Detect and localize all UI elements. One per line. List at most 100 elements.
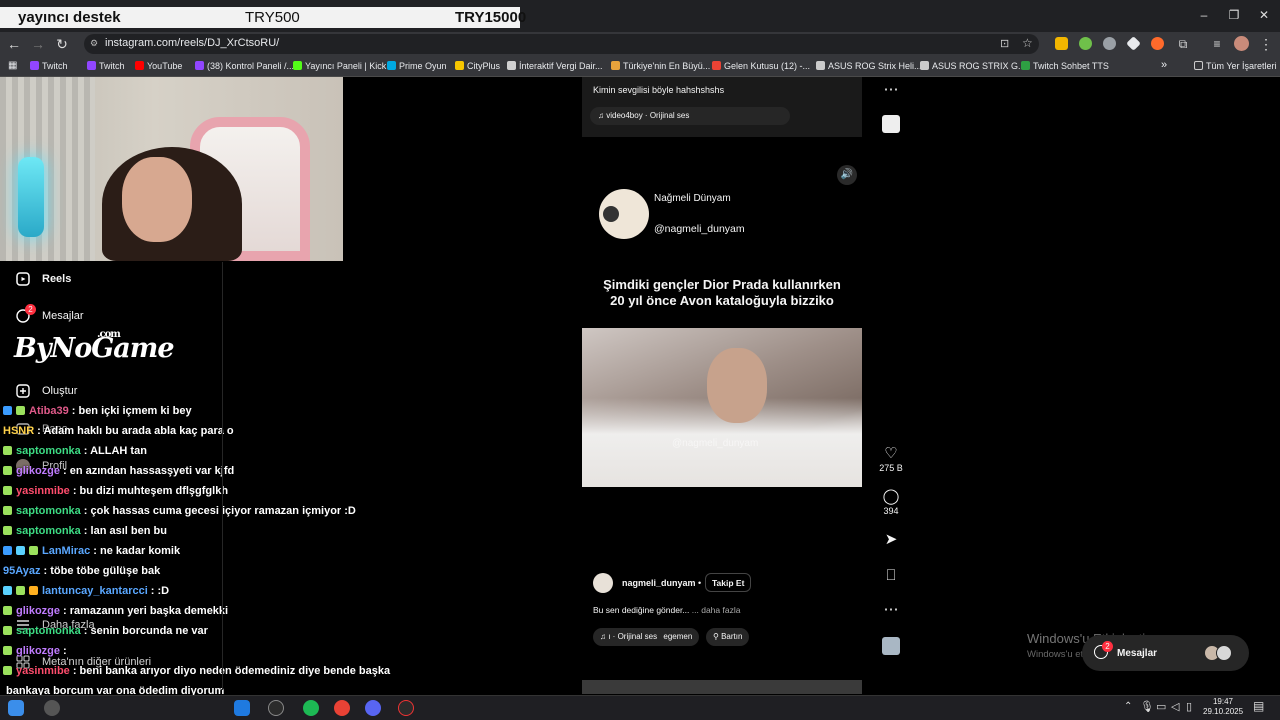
reel-author-avatar[interactable] <box>593 573 613 593</box>
bookmark-star-icon[interactable]: ☆ <box>1022 36 1033 50</box>
reels-icon <box>16 272 30 286</box>
share-button[interactable]: ➤ <box>876 531 906 549</box>
bookmark-item[interactable]: ASUS ROG STRIX G... <box>920 61 1026 71</box>
chat-badge-icon <box>3 646 12 655</box>
bookmark-label: Türkiye'nin En Büyü... <box>623 61 711 71</box>
bookmark-item[interactable]: Twitch Sohbet TTS <box>1021 61 1109 71</box>
bookmark-item[interactable]: Prime Oyun <box>387 61 447 71</box>
previous-reel-caption: Kimin sevgilisi böyle hahshshshs <box>593 85 725 95</box>
reel-channel-avatar <box>599 189 649 239</box>
bookmark-item[interactable]: CityPlus <box>455 61 500 71</box>
taskbar-clock[interactable]: 19:47 29.10.2025 <box>1203 697 1243 717</box>
chat-message: yasinmibe: bu dizi muhteşem dflşgfglkh <box>3 485 228 497</box>
tray-chevron-icon[interactable]: ⌃ <box>1124 701 1132 712</box>
bookmark-label: Yayıncı Paneli | Kick <box>305 61 387 71</box>
top-more-icon[interactable]: ⋯ <box>876 81 906 99</box>
volume-tray-icon[interactable]: ◁ <box>1171 700 1179 713</box>
bookmark-item[interactable]: Twitch <box>30 61 68 71</box>
reading-list-icon[interactable]: ≡ <box>1209 36 1225 52</box>
next-reel-card[interactable] <box>582 680 862 694</box>
reel-audio-author: egemen <box>663 632 693 641</box>
notification-icon[interactable]: ▤ <box>1253 699 1264 713</box>
previous-reel-audio[interactable]: ♫ video4boy · Orijinal ses <box>590 107 790 125</box>
reel-audio-chip[interactable]: ♫ ı · Orijinal ses egemen <box>593 628 700 646</box>
taskbar-app-3-icon[interactable] <box>303 700 319 716</box>
reel-location-chip[interactable]: ⚲ Bartın <box>706 628 750 646</box>
chat-message: Atiba39: ben içki içmem ki bey <box>3 405 192 417</box>
bookmark-favicon-icon <box>387 61 396 70</box>
more-options-icon[interactable]: ⋯ <box>876 601 906 619</box>
chrome-icon[interactable] <box>334 700 350 716</box>
bookmark-favicon-icon <box>87 61 96 70</box>
comment-button[interactable]: ◯ 394 <box>876 488 906 516</box>
bookmark-item[interactable]: YouTube <box>135 61 182 71</box>
extension-orange-icon[interactable] <box>1151 37 1164 50</box>
back-icon[interactable]: ← <box>6 36 22 52</box>
bookmark-item[interactable]: Yayıncı Paneli | Kick <box>293 61 386 71</box>
mic-icon[interactable]: 🎙 <box>1140 700 1154 713</box>
like-button[interactable]: ♡ 275 B <box>876 445 906 473</box>
site-info-icon[interactable]: ⚙ <box>90 38 98 49</box>
bookmark-favicon-icon <box>293 61 302 70</box>
reel-video-frame[interactable]: @nagmeli_dunyam <box>582 328 862 487</box>
bookmark-item[interactable]: Gelen Kutusu (12) -... <box>712 61 810 71</box>
reel-audio-thumb[interactable] <box>876 637 906 657</box>
bookmark-label: Gelen Kutusu (12) -... <box>724 61 811 71</box>
bookmark-item[interactable]: (38) Kontrol Paneli /... <box>195 61 294 71</box>
close-icon[interactable]: ✕ <box>1257 8 1271 22</box>
dot-separator: • <box>698 578 702 588</box>
messages-badge: 2 <box>25 304 36 315</box>
chat-username: LanMirac <box>42 545 91 557</box>
donation-label: yayıncı destek <box>18 9 121 26</box>
forward-icon[interactable]: → <box>30 36 46 52</box>
menu-kebab-icon[interactable]: ⋮ <box>1258 36 1274 52</box>
nav-create[interactable]: Oluştur <box>16 384 77 398</box>
bookmark-label: ASUS ROG STRIX G... <box>932 61 1026 71</box>
reload-icon[interactable]: ↻ <box>54 36 70 52</box>
extension-diamond-icon[interactable] <box>1126 36 1141 51</box>
profile-avatar[interactable] <box>1234 36 1249 51</box>
bookmark-item[interactable]: Twitch <box>87 61 125 71</box>
extension-leaf-icon[interactable] <box>1079 37 1092 50</box>
bookmark-label: Twitch <box>42 61 68 71</box>
bookmark-item[interactable]: Türkiye'nin En Büyü... <box>611 61 710 71</box>
all-bookmarks-folder[interactable]: Tüm Yer İşaretleri <box>1194 61 1277 71</box>
obs-icon[interactable] <box>398 700 414 716</box>
bookmark-favicon-icon <box>611 61 620 70</box>
apps-grid-icon[interactable]: ▦ <box>8 60 17 71</box>
comment-icon: ◯ <box>882 488 900 505</box>
messages-pill[interactable]: 2 Mesajlar <box>1082 635 1249 671</box>
chat-username: glikozge <box>16 645 61 657</box>
save-button[interactable]: ⎕ <box>876 567 906 585</box>
more-bookmarks-icon[interactable]: » <box>1161 59 1167 71</box>
network-icon[interactable]: ▭ <box>1156 700 1166 713</box>
nav-reels[interactable]: Reels <box>16 272 71 286</box>
chat-text: : ne kadar komik <box>93 545 181 557</box>
reel-caption-more[interactable]: ... daha fazla <box>692 605 741 615</box>
url-field[interactable]: ⚙ instagram.com/reels/DJ_XrCtsoRU/ ⊡ ☆ <box>84 34 1039 54</box>
follow-button[interactable]: Takip Et <box>705 573 752 592</box>
extensions-puzzle-icon[interactable]: ⧉ <box>1175 36 1191 52</box>
taskbar-app-1-icon[interactable] <box>234 700 250 716</box>
logo-text: ByNoGame <box>14 333 174 364</box>
reel-author-name[interactable]: nagmeli_dunyam <box>622 578 696 588</box>
video-watermark: @nagmeli_dunyam <box>672 438 759 449</box>
nav-messages[interactable]: 2 Mesajlar <box>16 304 84 323</box>
chat-username: yasinmibe <box>16 665 70 677</box>
comment-count: 394 <box>883 506 899 516</box>
discord-icon[interactable] <box>365 700 381 716</box>
extension-shield-icon[interactable] <box>1055 37 1068 50</box>
bookmark-item[interactable]: İnteraktif Vergi Dair... <box>507 61 603 71</box>
volume-icon[interactable]: 🔊 <box>837 165 857 185</box>
start-icon[interactable] <box>8 700 24 716</box>
restore-icon[interactable]: ❐ <box>1227 8 1241 22</box>
previous-reel-audio-thumb[interactable] <box>876 115 906 135</box>
search-icon[interactable] <box>44 700 60 716</box>
taskbar-app-2-icon[interactable] <box>268 700 284 716</box>
install-app-icon[interactable]: ⊡ <box>1000 37 1009 50</box>
bookmark-item[interactable]: ASUS ROG Strix Heli... <box>816 61 922 71</box>
battery-icon[interactable]: ▯ <box>1186 700 1192 713</box>
extension-globe-icon[interactable] <box>1103 37 1116 50</box>
minimize-icon[interactable]: – <box>1197 8 1211 22</box>
reel-headline: Şimdiki gençler Dior Prada kullanırken 2… <box>582 277 862 309</box>
